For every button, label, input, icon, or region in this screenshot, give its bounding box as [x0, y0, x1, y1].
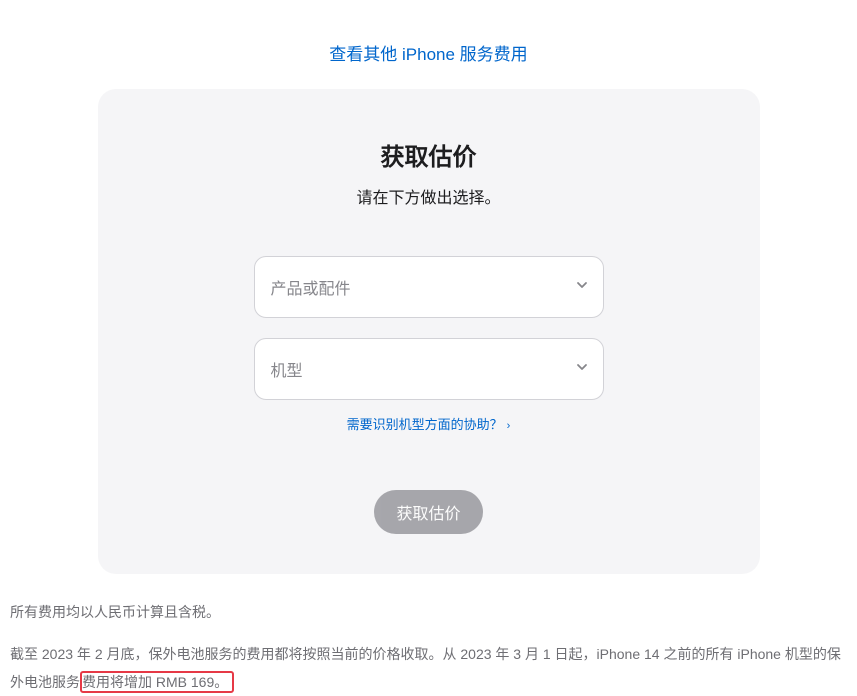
other-service-fees-link[interactable]: 查看其他 iPhone 服务费用 [329, 45, 527, 64]
estimate-card: 获取估价 请在下方做出选择。 产品或配件 机型 需要识别机型方面的协助？ › 获取… [98, 89, 760, 574]
product-select-wrapper: 产品或配件 [254, 256, 604, 318]
help-link-label: 需要识别机型方面的协助？ [347, 417, 503, 432]
footer-line2: 截至 2023 年 2 月底，保外电池服务的费用都将按照当前的价格收取。从 20… [10, 640, 847, 696]
model-select-wrapper: 机型 [254, 338, 604, 400]
product-select[interactable]: 产品或配件 [254, 256, 604, 318]
top-link-container: 查看其他 iPhone 服务费用 [0, 0, 857, 89]
get-estimate-button[interactable]: 获取估价 [374, 490, 482, 534]
identify-model-help-link[interactable]: 需要识别机型方面的协助？ › [347, 417, 511, 432]
card-title: 获取估价 [138, 137, 720, 172]
chevron-right-icon: › [507, 420, 511, 432]
footer-text: 所有费用均以人民币计算且含税。 截至 2023 年 2 月底，保外电池服务的费用… [0, 574, 857, 696]
help-link-container: 需要识别机型方面的协助？ › [138, 414, 720, 434]
footer-highlight: 费用将增加 RMB 169。 [80, 671, 234, 693]
model-select[interactable]: 机型 [254, 338, 604, 400]
card-subtitle: 请在下方做出选择。 [138, 184, 720, 208]
footer-line1: 所有费用均以人民币计算且含税。 [10, 598, 847, 626]
